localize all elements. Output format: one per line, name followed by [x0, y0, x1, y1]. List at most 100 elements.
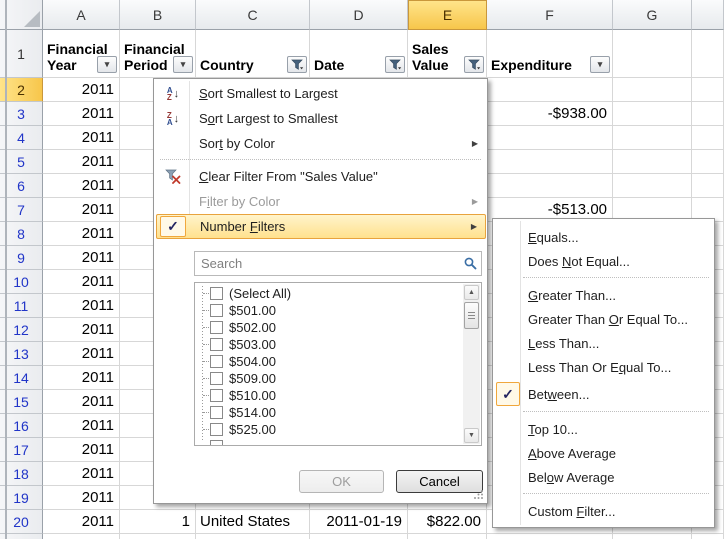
filter-value-item[interactable]: $503.00 — [195, 336, 447, 353]
scroll-up-button[interactable]: ▲ — [464, 285, 479, 300]
cell-D20[interactable]: 2011-01-19 — [310, 510, 408, 534]
filter-applied-button-D[interactable] — [385, 56, 405, 73]
search-icon[interactable] — [464, 257, 477, 270]
menu-item-sort-smallest-to-largest[interactable]: AZ↓Sort Smallest to Largest — [156, 81, 486, 106]
column-header-C[interactable]: C — [196, 0, 310, 30]
menu-item-sort-by-color[interactable]: Sort by Color▶ — [156, 131, 486, 156]
header-cell-H[interactable] — [692, 30, 724, 78]
cell-A18[interactable]: 2011 — [43, 462, 120, 486]
value-checkbox[interactable] — [210, 355, 223, 368]
submenu-item-greater-than[interactable]: Greater Than... — [495, 283, 714, 307]
cell-H4[interactable] — [692, 126, 724, 150]
ok-button[interactable]: OK — [299, 470, 384, 493]
filter-value-item[interactable]: $501.00 — [195, 302, 447, 319]
header-cell-F[interactable]: Expenditure▾ — [487, 30, 613, 78]
filter-dropdown-button-A[interactable]: ▾ — [97, 56, 117, 73]
scroll-down-button[interactable]: ▼ — [464, 428, 479, 443]
value-checkbox[interactable] — [210, 321, 223, 334]
filter-value-item-partial[interactable] — [195, 438, 447, 446]
value-checkbox[interactable] — [210, 406, 223, 419]
filter-value-item[interactable]: (Select All) — [195, 285, 447, 302]
filter-value-item[interactable]: $502.00 — [195, 319, 447, 336]
submenu-item-greater-than-or-equal-to[interactable]: Greater Than Or Equal To... — [495, 307, 714, 331]
cell-B20[interactable]: 1 — [120, 510, 196, 534]
header-cell-E[interactable]: Sales Value — [408, 30, 487, 78]
value-checkbox[interactable] — [210, 389, 223, 402]
cell-A10[interactable]: 2011 — [43, 270, 120, 294]
cell-A4[interactable]: 2011 — [43, 126, 120, 150]
submenu-item-less-than[interactable]: Less Than... — [495, 331, 714, 355]
cell-A14[interactable]: 2011 — [43, 366, 120, 390]
value-checkbox[interactable] — [210, 304, 223, 317]
cell-A11[interactable]: 2011 — [43, 294, 120, 318]
menu-item-number-filters[interactable]: ✓Number Filters▶ — [156, 214, 486, 239]
submenu-item-custom-filter[interactable]: Custom Filter... — [495, 499, 714, 523]
search-box[interactable] — [194, 251, 482, 276]
column-header-A[interactable]: A — [43, 0, 120, 30]
column-header-B[interactable]: B — [120, 0, 196, 30]
column-header-F[interactable]: F — [487, 0, 613, 30]
cell-A9[interactable]: 2011 — [43, 246, 120, 270]
cell-F3[interactable]: -$938.00 — [487, 102, 613, 126]
scrollbar[interactable]: ▲ ▼ — [463, 284, 480, 444]
submenu-item-less-than-or-equal-to[interactable]: Less Than Or Equal To... — [495, 355, 714, 379]
column-header-G[interactable]: G — [613, 0, 692, 30]
filter-value-item[interactable]: $509.00 — [195, 370, 447, 387]
cell-G4[interactable] — [613, 126, 692, 150]
header-cell-D[interactable]: Date — [310, 30, 408, 78]
submenu-item-top-10[interactable]: Top 10... — [495, 417, 714, 441]
filter-applied-button-C[interactable] — [287, 56, 307, 73]
value-checkbox[interactable] — [210, 287, 223, 300]
cell-C20[interactable]: United States — [196, 510, 310, 534]
filter-value-item[interactable]: $514.00 — [195, 404, 447, 421]
cell-A19[interactable]: 2011 — [43, 486, 120, 510]
cell-A15[interactable]: 2011 — [43, 390, 120, 414]
cell-F6[interactable] — [487, 174, 613, 198]
cell-H3[interactable] — [692, 102, 724, 126]
filter-value-item[interactable]: $525.00 — [195, 421, 447, 438]
cell-G2[interactable] — [613, 78, 692, 102]
resize-grip[interactable] — [473, 489, 484, 500]
cell-G5[interactable] — [613, 150, 692, 174]
value-checkbox[interactable] — [210, 423, 223, 436]
submenu-item-equals[interactable]: Equals... — [495, 225, 714, 249]
cell-A20[interactable]: 2011 — [43, 510, 120, 534]
cell-A5[interactable]: 2011 — [43, 150, 120, 174]
cell-F4[interactable] — [487, 126, 613, 150]
filter-value-item[interactable]: $504.00 — [195, 353, 447, 370]
filter-dropdown-button-B[interactable]: ▾ — [173, 56, 193, 73]
header-cell-C[interactable]: Country — [196, 30, 310, 78]
cell-A13[interactable]: 2011 — [43, 342, 120, 366]
header-cell-A[interactable]: Financial Year▾ — [43, 30, 120, 78]
scroll-thumb[interactable] — [464, 302, 479, 329]
menu-item-sort-largest-to-smallest[interactable]: ZA↓Sort Largest to Smallest — [156, 106, 486, 131]
cell-A12[interactable]: 2011 — [43, 318, 120, 342]
filter-applied-button-E[interactable] — [464, 56, 484, 73]
cell-A17[interactable]: 2011 — [43, 438, 120, 462]
cell-F5[interactable] — [487, 150, 613, 174]
menu-item-filter-by-color[interactable]: Filter by Color▶ — [156, 189, 486, 214]
cell-A16[interactable]: 2011 — [43, 414, 120, 438]
value-checkbox[interactable] — [210, 372, 223, 385]
cell-E20[interactable]: $822.00 — [408, 510, 487, 534]
value-checkbox[interactable] — [210, 338, 223, 351]
cell-G6[interactable] — [613, 174, 692, 198]
column-header-E[interactable]: E — [408, 0, 487, 30]
filter-value-item[interactable]: $510.00 — [195, 387, 447, 404]
cell-G3[interactable] — [613, 102, 692, 126]
submenu-item-above-average[interactable]: Above Average — [495, 441, 714, 465]
cell-A8[interactable]: 2011 — [43, 222, 120, 246]
menu-item-clear-filter[interactable]: Clear Filter From "Sales Value" — [156, 164, 486, 189]
cell-A7[interactable]: 2011 — [43, 198, 120, 222]
cell-H6[interactable] — [692, 174, 724, 198]
submenu-item-does-not-equal[interactable]: Does Not Equal... — [495, 249, 714, 273]
filter-dropdown-button-F[interactable]: ▾ — [590, 56, 610, 73]
cell-A6[interactable]: 2011 — [43, 174, 120, 198]
header-cell-G[interactable] — [613, 30, 692, 78]
cell-H2[interactable] — [692, 78, 724, 102]
column-header-D[interactable]: D — [310, 0, 408, 30]
cell-A3[interactable]: 2011 — [43, 102, 120, 126]
header-cell-B[interactable]: Financial Period▾ — [120, 30, 196, 78]
cell-F2[interactable] — [487, 78, 613, 102]
search-input[interactable] — [199, 254, 454, 273]
